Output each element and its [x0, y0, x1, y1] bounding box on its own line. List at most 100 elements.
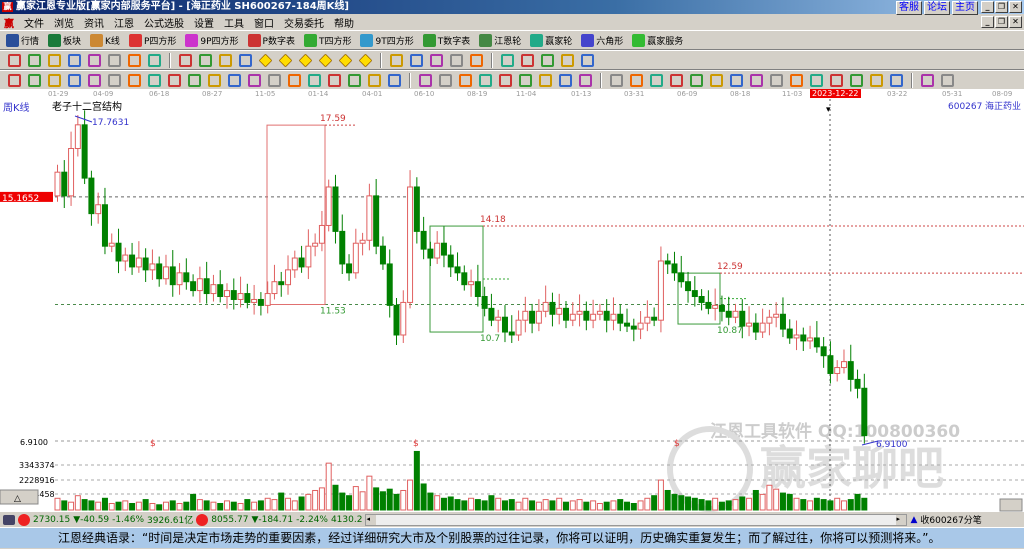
- note-icon[interactable]: [541, 53, 554, 67]
- kline-chart[interactable]: 江恩工具软件 QQ:100800360赢家聊吧 ▾ 周K线 老子十二宫结构 600267…: [0, 99, 1024, 512]
- grid-icon[interactable]: [28, 73, 41, 87]
- restore-button[interactable]: ❐: [995, 1, 1008, 13]
- angle-icon[interactable]: [208, 73, 221, 87]
- service-link[interactable]: 客服: [896, 1, 922, 15]
- child-minimize-button[interactable]: _: [981, 16, 994, 28]
- child-close-button[interactable]: ✕: [1009, 16, 1022, 28]
- toolbar-p-number-table-button[interactable]: P数字表: [247, 33, 295, 47]
- diamond-6-icon[interactable]: [358, 53, 373, 67]
- pen-icon[interactable]: [8, 73, 21, 87]
- minimize-button[interactable]: _: [981, 1, 994, 13]
- zoom-grid-icon[interactable]: [28, 53, 41, 67]
- menu-tools[interactable]: 工具: [224, 15, 244, 30]
- menu-file[interactable]: 文件: [24, 15, 44, 30]
- percent-icon[interactable]: [650, 73, 663, 87]
- wave-icon[interactable]: [430, 53, 443, 67]
- toolbar-t-number-table-button[interactable]: T数字表: [422, 33, 470, 47]
- scroll-right-button[interactable]: [999, 498, 1023, 512]
- menu-browse[interactable]: 浏览: [54, 15, 74, 30]
- diamond-3-icon[interactable]: [298, 53, 313, 67]
- last-icon[interactable]: [199, 53, 212, 67]
- chart-a-icon[interactable]: [68, 53, 81, 67]
- red-fence-icon[interactable]: [308, 73, 321, 87]
- menu-gann[interactable]: 江恩: [114, 15, 134, 30]
- fork-icon[interactable]: [88, 73, 101, 87]
- calculator-icon[interactable]: [521, 53, 534, 67]
- toolbar-gann-wheel-button[interactable]: 江恩轮: [479, 33, 521, 47]
- node-icon[interactable]: [450, 53, 463, 67]
- rect-icon[interactable]: [388, 73, 401, 87]
- toolbar-hexagon-button[interactable]: 六角形: [581, 33, 623, 47]
- target-icon[interactable]: [228, 73, 241, 87]
- fan-lines-icon[interactable]: [419, 73, 432, 87]
- circle-line-icon[interactable]: [148, 73, 161, 87]
- truck-icon[interactable]: [581, 53, 594, 67]
- crosshair-icon[interactable]: [410, 53, 423, 67]
- horizontal-scrollbar[interactable]: ◂ ▸: [365, 513, 908, 526]
- line-icon[interactable]: [610, 73, 623, 87]
- fan-icon[interactable]: [470, 53, 483, 67]
- d-lines-icon[interactable]: [890, 73, 903, 87]
- toolbar-sector-block-button[interactable]: 板块: [48, 33, 81, 47]
- toolbar-quote-grid-button[interactable]: 行情: [6, 33, 39, 47]
- first-icon[interactable]: [179, 53, 192, 67]
- tick-data-label[interactable]: 收600267分笔: [920, 513, 981, 526]
- candle-icon[interactable]: [108, 53, 121, 67]
- gold-coin-icon[interactable]: [690, 73, 703, 87]
- toolbar-9t-square-button[interactable]: 9T四方形: [360, 33, 414, 47]
- arc-icon[interactable]: [108, 73, 121, 87]
- diamond-4-icon[interactable]: [318, 53, 333, 67]
- book-icon[interactable]: [579, 73, 592, 87]
- red-gold-1-icon[interactable]: [750, 73, 763, 87]
- menu-help[interactable]: 帮助: [334, 15, 354, 30]
- chart-b-icon[interactable]: [88, 53, 101, 67]
- flag-icon[interactable]: [148, 53, 161, 67]
- toolbar-dollar-service-button[interactable]: 赢家服务: [632, 33, 683, 47]
- prev-icon[interactable]: [219, 53, 232, 67]
- infinity-icon[interactable]: [941, 73, 954, 87]
- red-square-icon[interactable]: [439, 73, 452, 87]
- gold-lines-icon[interactable]: [710, 73, 723, 87]
- f-lines-icon[interactable]: [810, 73, 823, 87]
- angle-line-icon[interactable]: [479, 73, 492, 87]
- homepage-link[interactable]: 主页: [952, 1, 978, 15]
- angle2-icon[interactable]: [790, 73, 803, 87]
- toolbar-winner-wheel-button[interactable]: 赢家轮: [530, 33, 572, 47]
- toolbar-9p-square-button[interactable]: 9P四方形: [185, 33, 239, 47]
- pink-square-icon[interactable]: [459, 73, 472, 87]
- diamond-2-icon[interactable]: [278, 53, 293, 67]
- b-lines-icon[interactable]: [850, 73, 863, 87]
- hand-icon[interactable]: [390, 53, 403, 67]
- box-icon[interactable]: [268, 73, 281, 87]
- grid-box-icon[interactable]: [348, 73, 361, 87]
- diamond-1-icon[interactable]: [258, 53, 273, 67]
- gold-line-1-icon[interactable]: [48, 73, 61, 87]
- diamond-5-icon[interactable]: [338, 53, 353, 67]
- zigzag-icon[interactable]: [499, 73, 512, 87]
- save-icon[interactable]: [561, 53, 574, 67]
- toolbar-t-square-button[interactable]: T四方形: [303, 33, 351, 47]
- calculator-icon[interactable]: [3, 514, 15, 525]
- toolbar-p-square-button[interactable]: P四方形: [128, 33, 176, 47]
- next-icon[interactable]: [239, 53, 252, 67]
- weight-icon[interactable]: [128, 53, 141, 67]
- gold-line-2-icon[interactable]: [68, 73, 81, 87]
- child-restore-button[interactable]: ❐: [995, 16, 1008, 28]
- menu-settings[interactable]: 设置: [194, 15, 214, 30]
- percent-lines-icon[interactable]: [670, 73, 683, 87]
- cross-icon[interactable]: [248, 73, 261, 87]
- grid3-icon[interactable]: [539, 73, 552, 87]
- red-grid-icon[interactable]: [328, 73, 341, 87]
- toolbar-kline-button[interactable]: K线: [90, 33, 120, 47]
- wave-lines-icon[interactable]: [559, 73, 572, 87]
- a-lines-icon[interactable]: [830, 73, 843, 87]
- c-lines-icon[interactable]: [870, 73, 883, 87]
- parallel-icon[interactable]: [168, 73, 181, 87]
- menu-window[interactable]: 窗口: [254, 15, 274, 30]
- menu-formula[interactable]: 公式选股: [144, 15, 184, 30]
- n2-icon[interactable]: [188, 73, 201, 87]
- period-week-icon[interactable]: [8, 53, 21, 67]
- yin-yang-icon[interactable]: [921, 73, 934, 87]
- page-icon[interactable]: [48, 53, 61, 67]
- menu-trade[interactable]: 交易委托: [284, 15, 324, 30]
